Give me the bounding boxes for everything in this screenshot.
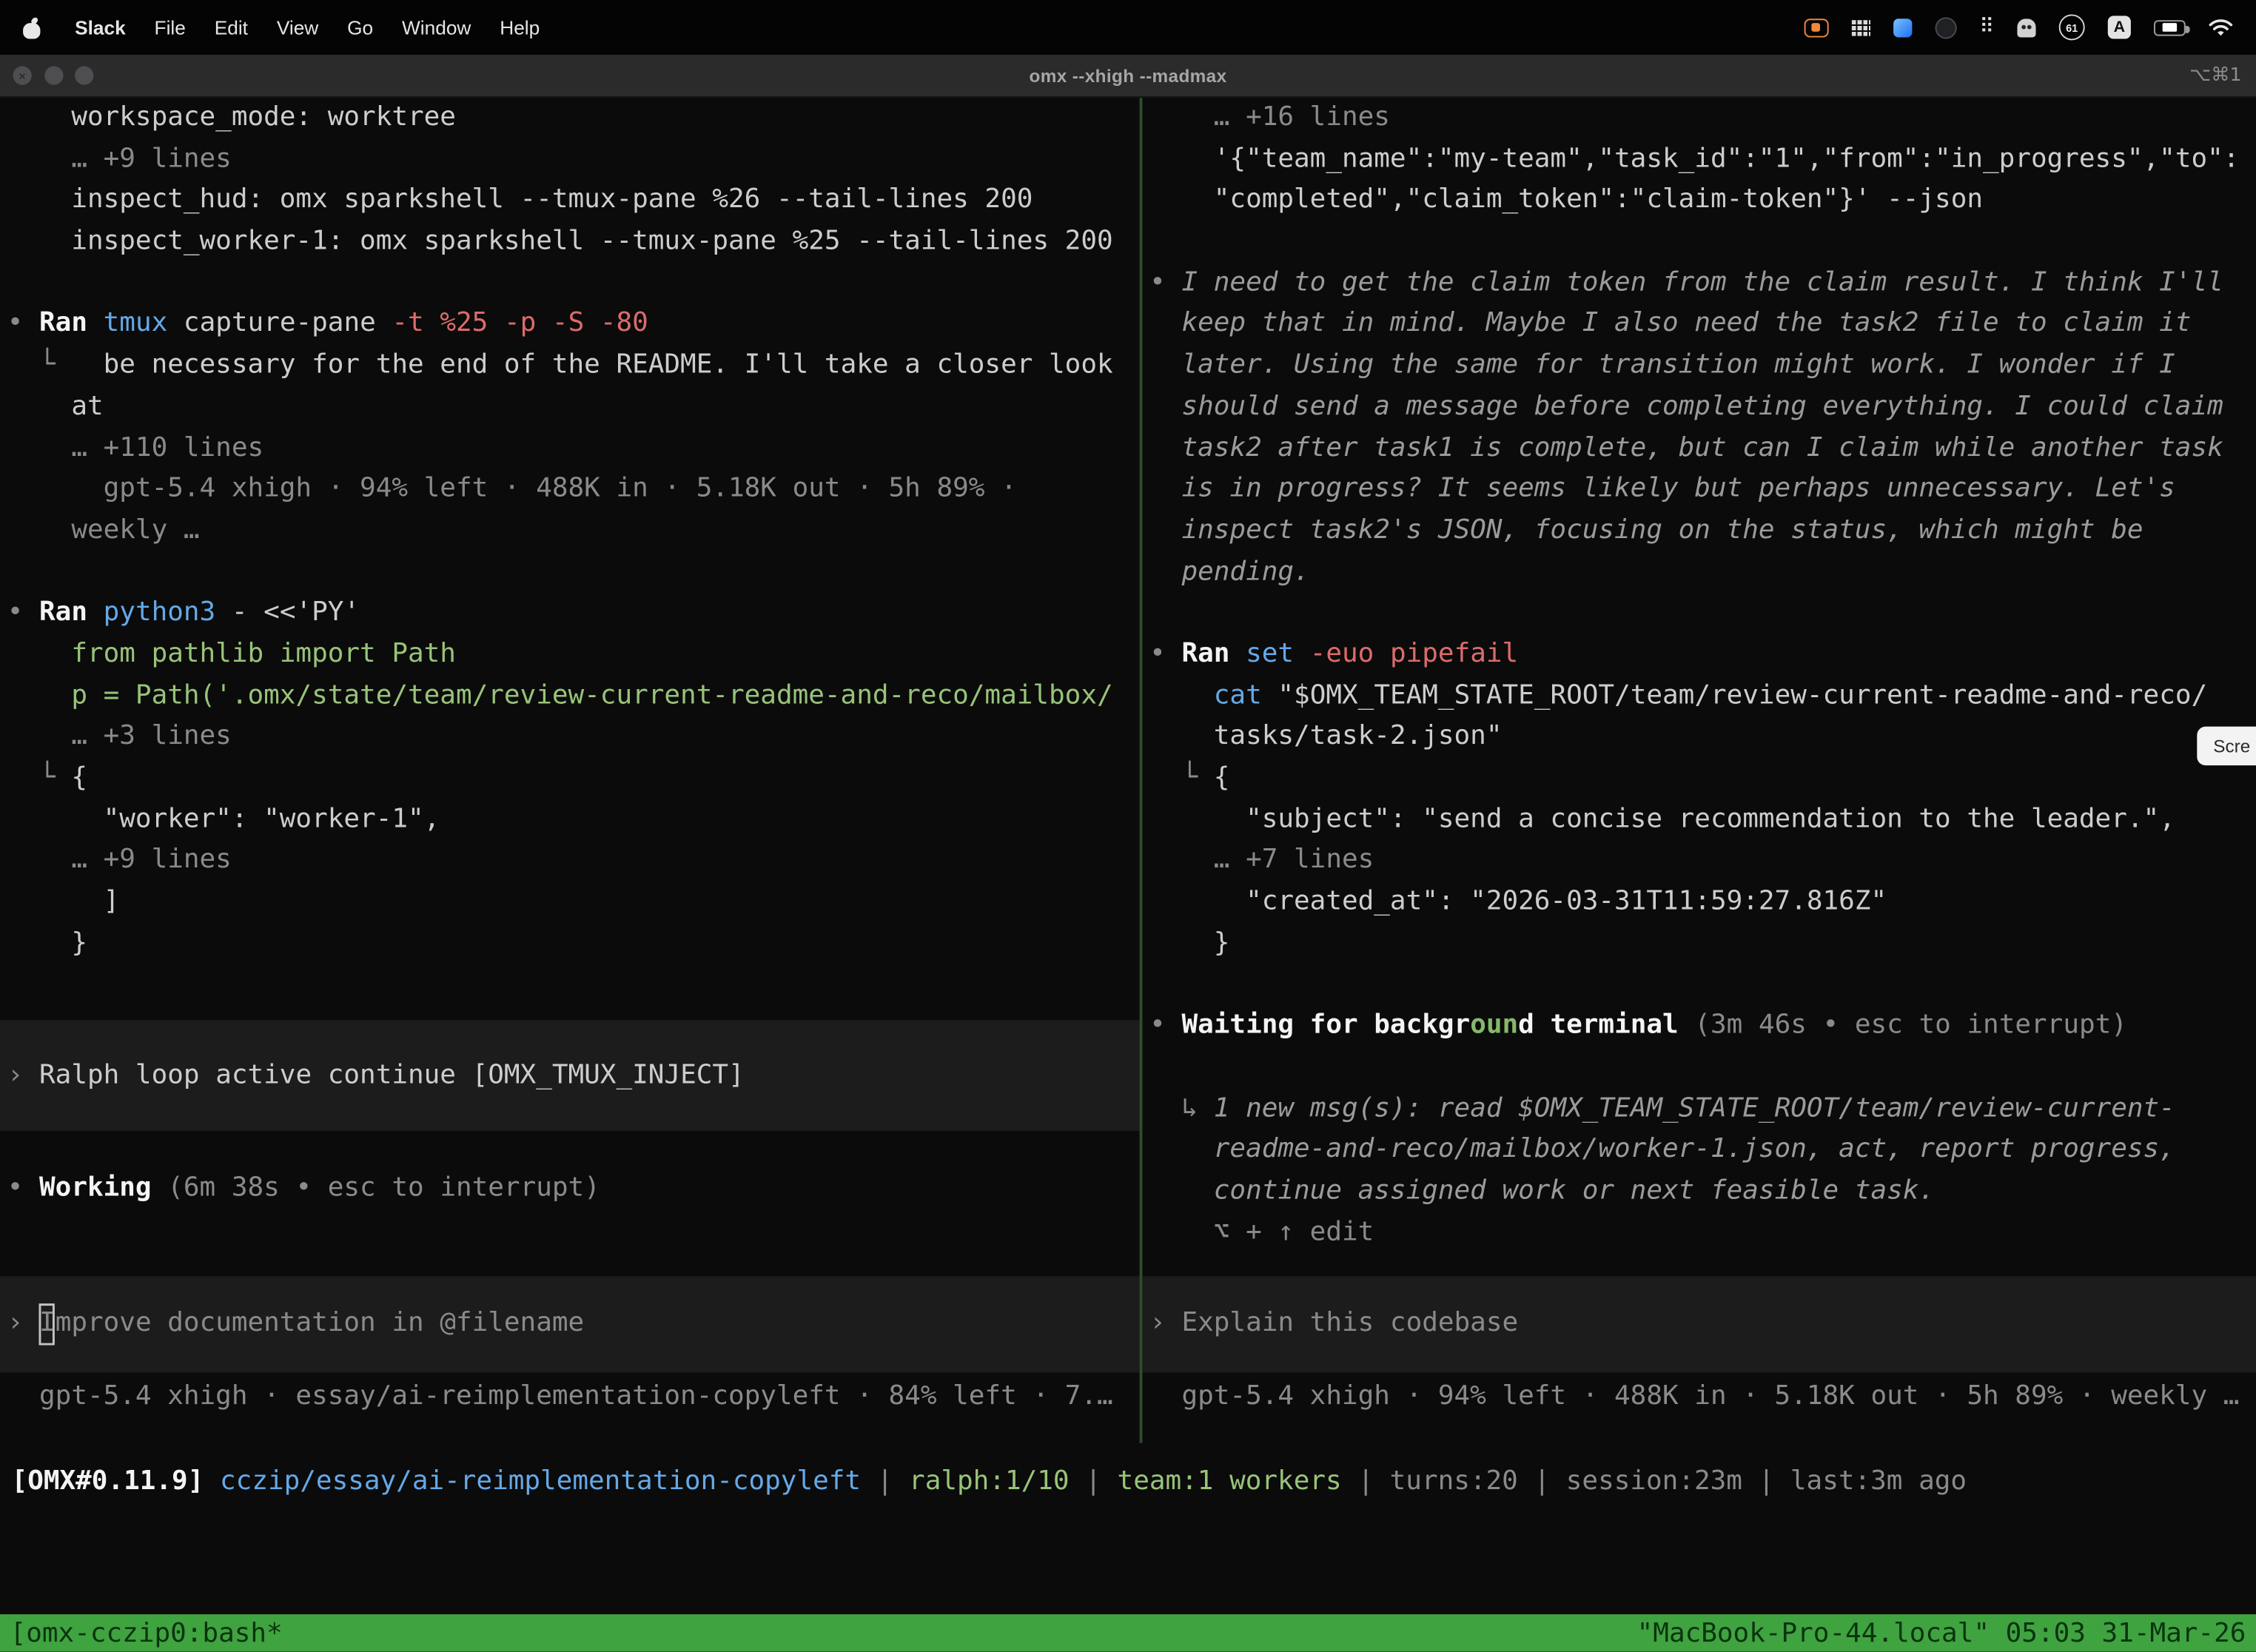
omx-status-line: [OMX#0.11.9] cczip/essay/ai-reimplementa… [0,1462,2256,1503]
menu-window[interactable]: Window [388,16,486,38]
window-shortcut-hint: ⌥⌘1 [2189,55,2241,96]
grid-icon[interactable] [1851,19,1870,35]
terminal-line: readme-and-reco/mailbox/worker-1.json, a… [1142,1129,2256,1171]
terminal-line: inspect task2's JSON, focusing on the st… [1142,511,2256,552]
terminal-line: … +3 lines [0,717,1140,759]
prompt-input[interactable]: › Improve documentation in @filename [0,1276,1140,1372]
spacer [0,1210,1140,1276]
menu-view[interactable]: View [262,16,332,38]
dots-grid-icon[interactable]: ⠿ [1979,17,1994,37]
terminal: workspace_mode: worktree … +9 lines insp… [0,98,2256,1443]
terminal-line: } [1142,923,2256,964]
terminal-line: └ { [0,758,1140,799]
dark-app-icon[interactable] [1935,16,1956,38]
terminal-line [1142,593,2256,634]
terminal-line: … +16 lines [1142,98,2256,139]
terminal-line: • Waiting for background terminal (3m 46… [1142,1006,2256,1047]
terminal-line: gpt-5.4 xhigh · essay/ai-reimplementatio… [0,1377,1140,1419]
spacer [1142,1254,2256,1277]
terminal-line: • Ran tmux capture-pane -t %25 -p -S -80 [0,304,1140,346]
terminal-line: is in progress? It seems likely but perh… [1142,469,2256,511]
terminal-line [1142,964,2256,1006]
spacer [0,1132,1140,1169]
terminal-line: pending. [1142,552,2256,594]
terminal-line: cat "$OMX_TEAM_STATE_ROOT/team/review-cu… [1142,676,2256,717]
ralph-loop-banner: › Ralph loop active continue [OMX_TMUX_I… [0,1021,1140,1132]
shortcuts-icon[interactable] [1893,18,1912,36]
menu-status-icons: ⠿ 61 A [1804,14,2233,40]
screen-share-overlay[interactable]: Scre [2198,727,2256,765]
terminal-line: later. Using the same for transition mig… [1142,346,2256,387]
terminal-line: └ { [1142,758,2256,799]
input-source-icon[interactable]: A [2108,16,2131,38]
tmux-pane-right[interactable]: … +16 lines '{"team_name":"my-team","tas… [1142,98,2256,1443]
screen: Slack File Edit View Go Window Help ⠿ 61… [0,0,2256,1652]
menu-bar: Slack File Edit View Go Window Help ⠿ 61… [0,0,2256,55]
terminal-line: "completed","claim_token":"claim-token"}… [1142,181,2256,222]
window-titlebar: × omx --xhigh --madmax ⌥⌘1 [0,55,2256,98]
terminal-line: … +110 lines [0,428,1140,469]
terminal-line: workspace_mode: worktree [0,98,1140,139]
terminal-line: … +7 lines [1142,841,2256,882]
prompt-input[interactable]: › Explain this codebase [1142,1277,2256,1373]
terminal-line: … +9 lines [0,139,1140,181]
text-cursor: I [39,1304,56,1346]
tmux-host-clock: "MacBook-Pro-44.local" 05:03 31-Mar-26 [1637,1618,2246,1648]
apple-menu-icon[interactable] [23,16,40,38]
terminal-line: gpt-5.4 xhigh · 94% left · 488K in · 5.1… [0,469,1140,511]
terminal-line: continue assigned work or next feasible … [1142,1171,2256,1212]
tmux-session-info: [omx-cczip0:bash* [10,1618,283,1648]
terminal-line: task2 after task1 is complete, but can I… [1142,428,2256,469]
menu-edit[interactable]: Edit [200,16,262,38]
terminal-line: ] [0,882,1140,924]
terminal-line: from pathlib import Path [0,634,1140,676]
terminal-line [0,263,1140,304]
terminal-line: keep that in mind. Maybe I also need the… [1142,304,2256,346]
terminal-line: } [0,923,1140,964]
terminal-line: should send a message before completing … [1142,387,2256,429]
window-title: omx --xhigh --madmax [0,55,2256,96]
menu-app-name[interactable]: Slack [61,16,140,38]
terminal-line: weekly … [0,511,1140,552]
wifi-icon[interactable] [2209,18,2233,36]
spacer [0,964,1140,1021]
terminal-line: '{"team_name":"my-team","task_id":"1","f… [1142,139,2256,181]
terminal-line: … +9 lines [0,841,1140,882]
screen-recording-indicator-icon[interactable] [1804,18,1828,36]
tmux-pane-left[interactable]: workspace_mode: worktree … +9 lines insp… [0,98,1140,1443]
tmux-status-bar: [omx-cczip0:bash* "MacBook-Pro-44.local"… [0,1614,2256,1652]
terminal-line: inspect_hud: omx sparkshell --tmux-pane … [0,181,1140,222]
terminal-line: • Ran python3 - <<'PY' [0,593,1140,634]
terminal-line [1142,1047,2256,1089]
omx-status-bar: [OMX#0.11.9] cczip/essay/ai-reimplementa… [0,1443,2256,1614]
terminal-line: ↳ 1 new msg(s): read $OMX_TEAM_STATE_ROO… [1142,1089,2256,1130]
terminal-line: at [0,387,1140,429]
battery-percent-badge[interactable]: 61 [2059,14,2085,40]
battery-icon[interactable] [2154,19,2186,35]
terminal-line: tasks/task-2.json" [1142,717,2256,759]
terminal-line: • Ran set -euo pipefail [1142,634,2256,676]
terminal-line: "subject": "send a concise recommendatio… [1142,799,2256,841]
terminal-line: gpt-5.4 xhigh · 94% left · 488K in · 5.1… [1142,1377,2256,1419]
ghost-icon[interactable] [2017,18,2035,36]
menu-go[interactable]: Go [333,16,388,38]
terminal-line: • I need to get the claim token from the… [1142,263,2256,304]
menu-file[interactable]: File [140,16,200,38]
terminal-line: "created_at": "2026-03-31T11:59:27.816Z" [1142,882,2256,924]
terminal-line: ⌥ + ↑ edit [1142,1212,2256,1254]
terminal-line: • Working (6m 38s • esc to interrupt) [0,1169,1140,1210]
terminal-line [1142,221,2256,263]
terminal-line: p = Path('.omx/state/team/review-current… [0,676,1140,717]
terminal-line: inspect_worker-1: omx sparkshell --tmux-… [0,221,1140,263]
terminal-line: "worker": "worker-1", [0,799,1140,841]
menu-help[interactable]: Help [486,16,554,38]
terminal-line: └ be necessary for the end of the README… [0,346,1140,387]
terminal-line [0,552,1140,594]
